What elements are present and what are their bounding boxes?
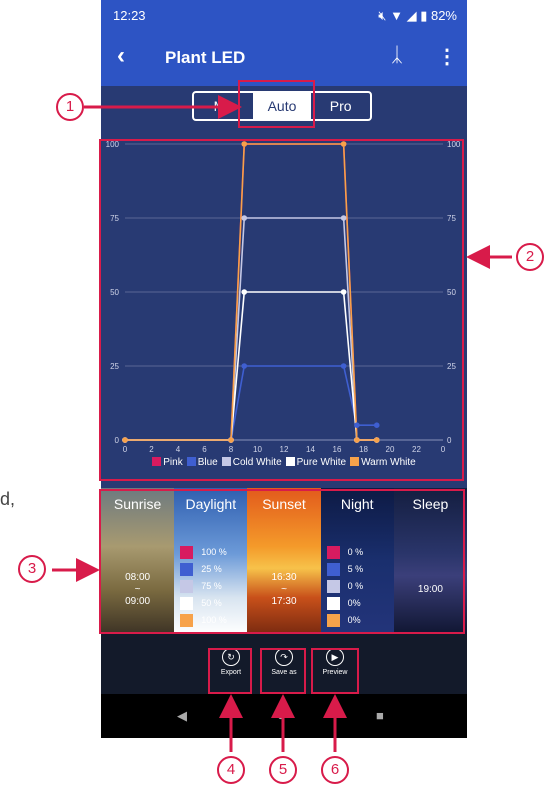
mute-icon: 🔇︎ (378, 8, 387, 23)
nav-recents-icon[interactable]: ■ (376, 708, 384, 723)
callout-2: 2 (516, 243, 544, 271)
status-time: 12:23 (113, 8, 146, 23)
tab-pro[interactable]: Pro (311, 93, 370, 119)
battery-percent: 82% (430, 8, 457, 23)
nav-back-icon[interactable]: ◀ (177, 708, 187, 724)
highlight-preview (311, 648, 359, 694)
page-title: Plant LED (165, 48, 246, 67)
callout-5: 5 (269, 756, 297, 784)
highlight-auto-tab (238, 80, 315, 128)
status-icons: 🔇︎ ▼ ◢ ▮ 82% (378, 8, 457, 24)
highlight-save-as (260, 648, 306, 694)
battery-icon: ▮ (420, 8, 428, 23)
more-vert-icon[interactable]: ⋮ (437, 44, 457, 69)
back-icon[interactable]: ‹ (117, 42, 125, 70)
nav-bar: ◀ ● ■ (101, 694, 467, 738)
nav-home-icon[interactable]: ● (277, 708, 285, 723)
status-bar: 12:23 🔇︎ ▼ ◢ ▮ 82% (101, 0, 467, 30)
callout-4: 4 (217, 756, 245, 784)
side-text: d, (0, 489, 16, 509)
highlight-scenes (99, 489, 465, 634)
callout-3: 3 (18, 555, 46, 583)
callout-1: 1 (56, 93, 84, 121)
app-bar: ‹ Plant LED ᛣ ⋮ (101, 30, 467, 86)
callout-6: 6 (321, 756, 349, 784)
signal-icon: ◢ (406, 8, 417, 23)
highlight-chart (99, 139, 464, 481)
highlight-export (208, 648, 252, 694)
wifi-icon: ▼ (390, 8, 403, 23)
bluetooth-icon[interactable]: ᛣ (391, 44, 403, 67)
